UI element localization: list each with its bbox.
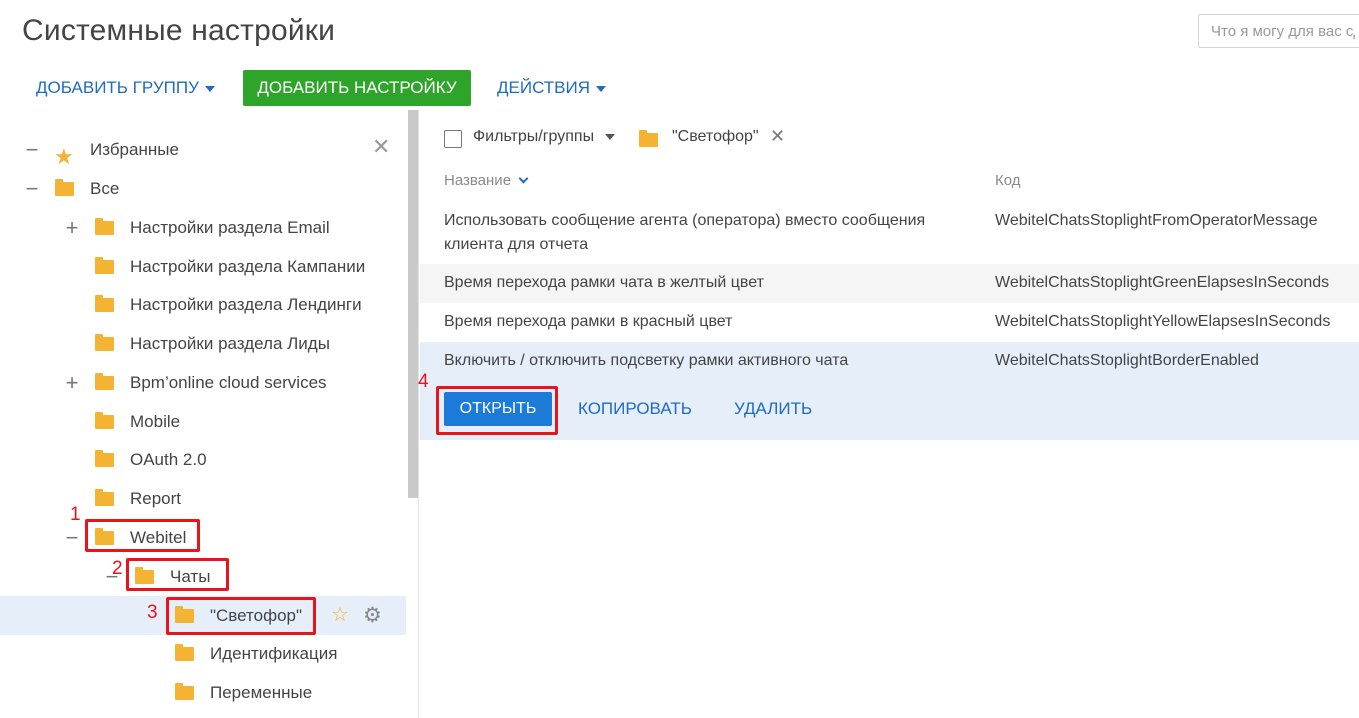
star-outline-icon[interactable]: ☆ — [331, 596, 349, 635]
tree-item[interactable]: Идентификация — [0, 634, 406, 673]
expand-icon[interactable]: + — [64, 363, 80, 402]
tree-item-label: Настройки раздела Лиды — [130, 334, 330, 353]
expand-icon[interactable]: + — [64, 208, 80, 247]
panel-divider — [418, 110, 419, 718]
tree-item-chats[interactable]: − Чаты — [0, 557, 406, 596]
toolbar: ДОБАВИТЬ ГРУППУ ДОБАВИТЬ НАСТРОЙКУ ДЕЙСТ… — [0, 70, 700, 106]
folder-icon — [95, 334, 114, 351]
chevron-down-icon — [596, 85, 607, 92]
chevron-down-icon — [604, 133, 615, 140]
tree-item-label: Bpm’online cloud services — [130, 373, 327, 392]
tree-item-label: Настройки раздела Лендинги — [130, 295, 362, 314]
copy-button[interactable]: КОПИРОВАТЬ — [578, 392, 692, 426]
command-search-input[interactable] — [1198, 14, 1359, 48]
filter-icon[interactable] — [444, 130, 462, 148]
step-number: 4 — [418, 371, 429, 392]
step-number: 1 — [70, 504, 81, 525]
folder-icon — [135, 567, 154, 584]
folder-icon — [175, 683, 194, 700]
add-group-label: ДОБАВИТЬ ГРУППУ — [36, 78, 199, 97]
tree-item-label: Чаты — [170, 567, 211, 586]
tree-item-label: Настройки раздела Email — [130, 218, 330, 237]
step-number: 2 — [112, 558, 123, 579]
tree-item-label: Избранные — [90, 140, 179, 159]
folder-icon — [95, 257, 114, 274]
table-row-selected[interactable]: Включить / отключить подсветку рамки акт… — [420, 342, 1359, 380]
filters-groups-label: Фильтры/группы — [473, 128, 595, 145]
add-group-button[interactable]: ДОБАВИТЬ ГРУППУ — [36, 70, 215, 106]
actions-label: ДЕЙСТВИЯ — [497, 78, 591, 97]
page-title: Системные настройки — [22, 14, 336, 47]
tree-item[interactable]: + Настройки раздела Email — [0, 208, 406, 247]
step-number: 3 — [147, 602, 158, 623]
row-actions: ОТКРЫТЬ КОПИРОВАТЬ УДАЛИТЬ — [420, 380, 1359, 440]
actions-button[interactable]: ДЕЙСТВИЯ — [497, 70, 607, 106]
tree-item-label: OAuth 2.0 — [130, 450, 207, 469]
folder-icon — [95, 450, 114, 467]
collapse-icon[interactable]: − — [24, 169, 40, 208]
delete-button[interactable]: УДАЛИТЬ — [734, 392, 812, 426]
settings-tree: − ★ Избранные − Все + Настройки раздела … — [0, 110, 406, 718]
folder-icon — [95, 373, 114, 390]
tree-item[interactable]: Настройки раздела Лендинги — [0, 285, 406, 324]
sort-chevron-icon — [518, 173, 529, 184]
tree-item[interactable]: Переменные — [0, 673, 406, 712]
folder-icon — [95, 218, 114, 235]
tree-item[interactable]: Настройки раздела Лиды — [0, 324, 406, 363]
tree-item-label: Настройки раздела Кампании — [130, 257, 366, 276]
setting-name: Время перехода рамки чата в желтый цвет — [444, 274, 764, 291]
setting-name: Время перехода рамки в красный цвет — [444, 313, 733, 330]
folder-icon — [95, 528, 114, 545]
tree-scrollbar[interactable] — [408, 110, 418, 498]
tree-item[interactable]: Настройки раздела Кампании — [0, 247, 406, 286]
setting-code: WebitelChatsStoplightFromOperatorMessage — [995, 212, 1318, 229]
folder-icon — [95, 412, 114, 429]
folder-icon — [639, 130, 658, 147]
tree-item-stoplight[interactable]: "Светофор" ☆ ⚙ — [0, 596, 406, 635]
setting-code: WebitelChatsStoplightGreenElapsesInSecon… — [995, 274, 1330, 291]
chevron-down-icon — [204, 85, 215, 92]
tree-item-label: Переменные — [210, 683, 313, 702]
collapse-icon[interactable]: − — [24, 130, 40, 169]
gear-icon[interactable]: ⚙ — [363, 596, 382, 635]
column-header-code[interactable]: Код — [995, 172, 1021, 189]
column-header-label: Название — [444, 172, 512, 189]
folder-icon — [95, 295, 114, 312]
column-header-name[interactable]: Название — [444, 172, 529, 189]
folder-icon — [175, 644, 194, 661]
folder-icon — [175, 606, 194, 623]
tree-item-favorites[interactable]: − ★ Избранные — [0, 130, 406, 169]
tree-item[interactable]: + Bpm’online cloud services — [0, 363, 406, 402]
tree-item-webitel[interactable]: − Webitel — [0, 518, 406, 557]
tree-item-label: Mobile — [130, 412, 181, 431]
setting-code: WebitelChatsStoplightBorderEnabled — [995, 352, 1259, 369]
close-icon[interactable]: ✕ — [770, 126, 785, 147]
tree-item[interactable]: OAuth 2.0 — [0, 440, 406, 479]
tree-item-label: Report — [130, 489, 182, 508]
tree-item[interactable]: Mobile — [0, 402, 406, 441]
table-row[interactable]: Использовать сообщение агента (оператора… — [420, 203, 1359, 264]
setting-code: WebitelChatsStoplightYellowElapsesInSeco… — [995, 313, 1331, 330]
filters-groups-button[interactable]: Фильтры/группы — [473, 128, 615, 146]
folder-icon — [55, 179, 74, 196]
setting-name: Использовать сообщение агента (оператора… — [444, 212, 926, 253]
table-row[interactable]: Время перехода рамки чата в желтый цвет … — [420, 264, 1359, 303]
tree-item-all[interactable]: − Все — [0, 169, 406, 208]
tree-item-label: Webitel — [130, 528, 187, 547]
tree-item-label: Все — [90, 179, 120, 198]
filter-bar: Фильтры/группы "Светофор" ✕ — [444, 126, 804, 154]
setting-name: Включить / отключить подсветку рамки акт… — [444, 352, 849, 369]
tree-item-label: Идентификация — [210, 644, 338, 663]
tree-item-label: "Светофор" — [210, 606, 303, 625]
tree-item[interactable]: Report — [0, 479, 406, 518]
active-group-label: "Светофор" — [672, 128, 759, 145]
add-setting-button[interactable]: ДОБАВИТЬ НАСТРОЙКУ — [243, 70, 471, 106]
table-row[interactable]: Время перехода рамки в красный цвет Webi… — [420, 303, 1359, 342]
close-icon[interactable]: ✕ — [372, 134, 390, 160]
open-button[interactable]: ОТКРЫТЬ — [444, 392, 552, 426]
folder-icon — [95, 489, 114, 506]
